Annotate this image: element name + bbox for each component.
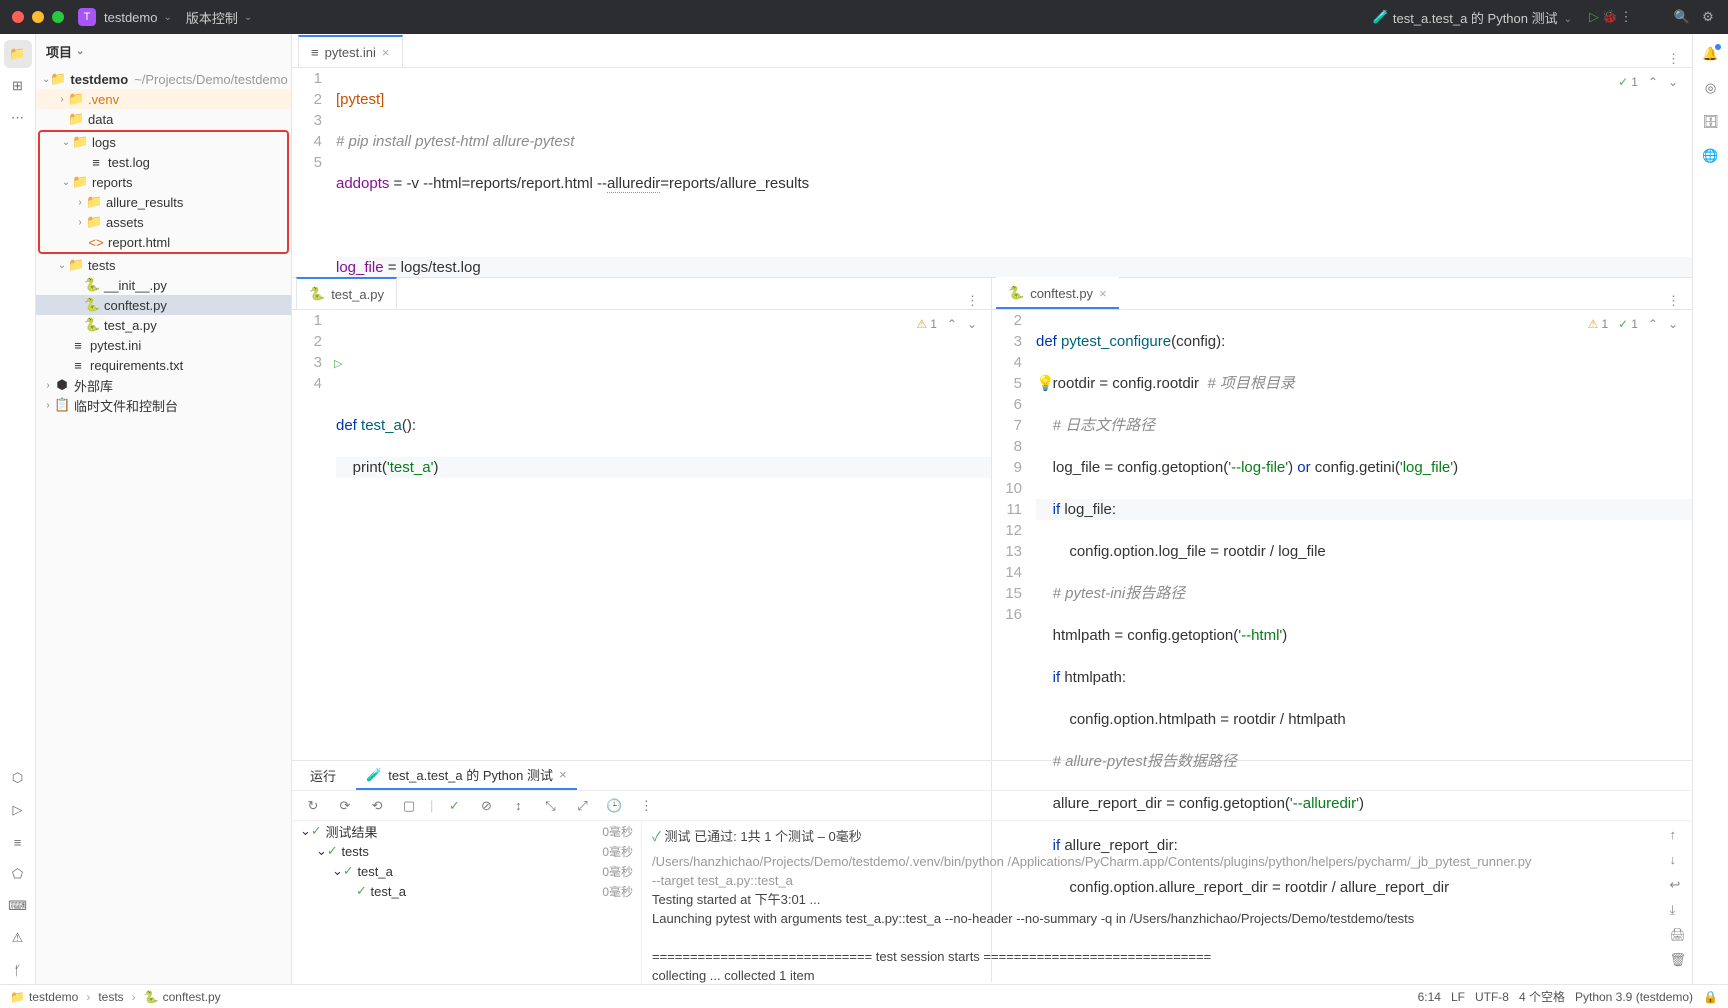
inspection-up-icon[interactable]: ⌃ [947,314,957,335]
status-eol[interactable]: LF [1451,990,1465,1004]
statusbar: 📁testdemo tests 🐍conftest.py 6:14 LF UTF… [0,984,1728,1008]
tree-venv[interactable]: .venv [88,92,119,107]
tab-conftest[interactable]: 🐍conftest.py× [996,277,1119,309]
ini-file-icon: ≡ [311,45,319,60]
close-tab-icon[interactable]: × [382,45,390,60]
tree-test-log[interactable]: test.log [108,155,150,170]
notifications-icon[interactable]: 🔔 [1697,40,1725,68]
tree-pytest-ini[interactable]: pytest.ini [90,338,141,353]
python-packages-button[interactable]: ⬡ [4,764,32,792]
run-config-label: test_a.test_a 的 Python 测试 [1393,8,1558,27]
structure-tool-button[interactable]: ⊞ [4,72,32,100]
tree-tests[interactable]: tests [88,258,115,273]
inspection-up-icon[interactable]: ⌃ [1648,314,1658,335]
debug-tool-button[interactable]: ⬠ [4,860,32,888]
tree-allure[interactable]: allure_results [106,195,183,210]
tree-init[interactable]: __init__.py [104,278,167,293]
problems-tool-button[interactable]: ⚠ [4,924,32,952]
more-run-icon[interactable]: ⋮ [1618,9,1634,25]
project-badge: T [78,8,96,26]
inspection-down-icon[interactable]: ⌄ [1668,72,1678,93]
tab-label: pytest.ini [325,45,376,60]
editor-tabs: ≡ pytest.ini × ⋮ [292,34,1692,68]
tree-scratch[interactable]: 临时文件和控制台 [74,396,178,415]
subtab-more-icon[interactable]: ⋮ [1655,293,1692,309]
minimize-window-icon[interactable] [32,11,44,23]
breadcrumb[interactable]: 📁testdemo tests 🐍conftest.py [10,990,221,1004]
search-icon[interactable]: 🔍 [1674,9,1690,25]
tab-pytest-ini[interactable]: ≡ pytest.ini × [298,35,403,67]
inspection-ok-badge[interactable]: 1 [1618,72,1638,93]
intention-bulb-icon[interactable]: 💡 [1036,373,1055,394]
status-caret-pos[interactable]: 6:14 [1418,990,1441,1004]
vcs-tool-button[interactable]: ᚶ [4,956,32,984]
debug-button[interactable]: 🐞 [1602,9,1618,25]
settings-icon[interactable]: ⚙ [1700,9,1716,25]
tree-requirements[interactable]: requirements.txt [90,358,183,373]
project-tree[interactable]: ⌄📁testdemo~/Projects/Demo/testdemo ›📁.ve… [36,69,291,984]
inspection-warn-badge[interactable]: 1 [1588,314,1608,335]
python-file-icon: 🐍 [309,286,325,302]
project-sidebar: 项目⌄ ⌄📁testdemo~/Projects/Demo/testdemo ›… [36,34,292,984]
tree-reports[interactable]: reports [92,175,132,190]
python-file-icon: 🐍 [1008,285,1024,301]
print-icon[interactable]: 🖨 [1669,925,1686,944]
tree-test-a[interactable]: test_a.py [104,318,157,333]
project-selector[interactable]: testdemo [104,10,172,25]
status-indent[interactable]: 4 个空格 [1519,988,1565,1005]
code-pytest-ini[interactable]: 12345 [pytest] # pip install pytest-html… [292,68,1692,277]
run-config-selector[interactable]: 🧪 test_a.test_a 的 Python 测试 [1373,8,1572,27]
inspection-down-icon[interactable]: ⌄ [967,314,977,335]
run-gutter-icon[interactable]: ▷ [334,358,342,370]
pytest-icon: 🧪 [1373,9,1389,25]
left-tool-stripe: 📁 ⊞ ⋯ ⬡ ▷ ≡ ⬠ ⌨ ⚠ ᚶ [0,34,36,984]
scroll-up-icon[interactable]: ↑ [1669,825,1686,844]
endpoints-icon[interactable]: 🌐 [1697,142,1725,170]
tree-root-path: ~/Projects/Demo/testdemo [134,72,288,87]
tree-root[interactable]: testdemo [70,72,128,87]
more-tool-button[interactable]: ⋯ [4,104,32,132]
test-summary: 测试 已通过: 1共 1 个测试 – 0毫秒 [665,829,862,844]
highlighted-region: ⌄📁logs ≡test.log ⌄📁reports ›📁allure_resu… [38,130,289,254]
scroll-down-icon[interactable]: ↓ [1669,850,1686,869]
soft-wrap-icon[interactable]: ↩ [1669,875,1686,894]
tree-data[interactable]: data [88,112,113,127]
status-interpreter[interactable]: Python 3.9 (testdemo) [1575,990,1693,1004]
scroll-end-icon[interactable]: ⤓ [1669,900,1686,919]
run-button[interactable]: ▷ [1586,9,1602,25]
services-tool-button[interactable]: ≡ [4,828,32,856]
tree-assets[interactable]: assets [106,215,144,230]
editor-tab-more-icon[interactable]: ⋮ [1655,51,1692,67]
editor-area: ≡ pytest.ini × ⋮ 12345 [pytest] # pip in… [292,34,1692,984]
clear-icon[interactable]: 🗑 [1669,950,1686,969]
right-tool-stripe: 🔔 ◎ 🗄 🌐 [1692,34,1728,984]
window-controls[interactable] [12,11,64,23]
database-icon[interactable]: 🗄 [1697,108,1725,136]
vcs-menu[interactable]: 版本控制 [186,8,252,27]
inspection-ok-badge[interactable]: 1 [1618,314,1638,335]
editor-pane-pytest-ini: 12345 [pytest] # pip install pytest-html… [292,68,1692,278]
inspection-warn-badge[interactable]: 1 [916,314,936,335]
run-tool-button[interactable]: ▷ [4,796,32,824]
tree-report-html[interactable]: report.html [108,235,170,250]
titlebar: T testdemo 版本控制 🧪 test_a.test_a 的 Python… [0,0,1728,34]
close-window-icon[interactable] [12,11,24,23]
inspection-down-icon[interactable]: ⌄ [1668,314,1678,335]
test-console[interactable]: ✓ 测试 已通过: 1共 1 个测试 – 0毫秒 /Users/hanzhich… [642,821,1692,984]
status-encoding[interactable]: UTF-8 [1475,990,1509,1004]
maximize-window-icon[interactable] [52,11,64,23]
close-tab-icon[interactable]: × [559,767,567,782]
project-tool-button[interactable]: 📁 [4,40,32,68]
tree-logs[interactable]: logs [92,135,116,150]
project-panel-header[interactable]: 项目⌄ [36,34,291,69]
ai-assist-icon[interactable]: ◎ [1697,74,1725,102]
status-lock-icon[interactable]: 🔒 [1703,990,1718,1004]
close-tab-icon[interactable]: × [1099,286,1107,301]
inspection-up-icon[interactable]: ⌃ [1648,72,1658,93]
subtab-more-icon[interactable]: ⋮ [954,293,991,309]
tree-conftest[interactable]: conftest.py [104,298,167,313]
tree-ext-lib[interactable]: 外部库 [74,376,113,395]
terminal-tool-button[interactable]: ⌨ [4,892,32,920]
tab-test-a[interactable]: 🐍test_a.py [296,277,397,309]
